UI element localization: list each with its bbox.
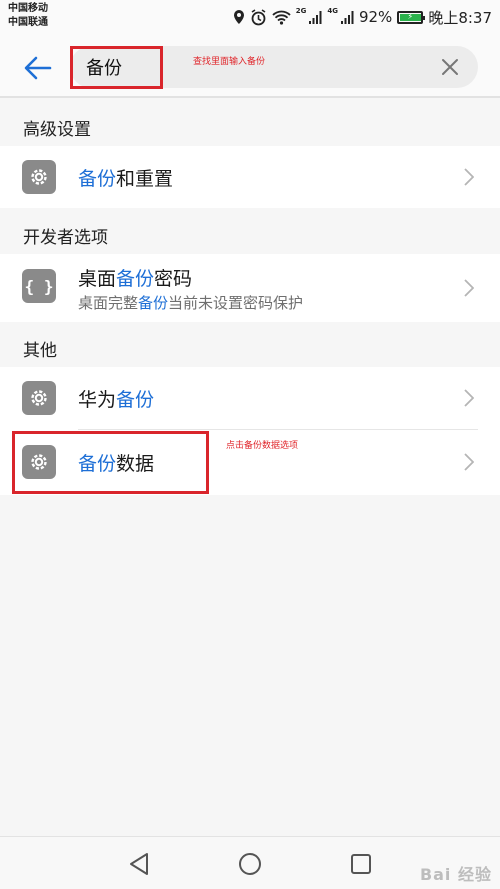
list-item-title: 华为备份: [78, 389, 155, 411]
nav-home-button[interactable]: [237, 851, 263, 877]
search-annotation: 查找里面输入备份: [193, 57, 266, 67]
navigation-bar: Bai 经验: [0, 836, 500, 889]
list-item-huawei-backup[interactable]: 华为备份: [0, 367, 500, 429]
search-box: [70, 46, 478, 88]
alarm-icon: [250, 8, 267, 26]
section-header-other: 其他: [0, 325, 500, 371]
carrier-1: 中国移动: [8, 3, 48, 14]
gear-icon: [22, 160, 56, 194]
circle-home-icon: [239, 853, 261, 875]
battery-percent: 92%: [358, 8, 393, 26]
section-header-developer: 开发者选项: [0, 212, 500, 258]
status-bar: 中国移动 中国联通 2G 4G 92% ⚡ 晚上8:37: [0, 0, 500, 36]
location-icon: [233, 9, 245, 25]
section-header-advanced: 高级设置: [0, 104, 500, 150]
gear-icon: [22, 445, 56, 479]
list-item-backup-reset[interactable]: 备份和重置: [0, 146, 500, 208]
list-item-title: 备份和重置: [78, 168, 174, 190]
wifi-icon: [272, 10, 291, 25]
clear-search-button[interactable]: [438, 55, 462, 79]
status-icons: 2G 4G 92% ⚡ 晚上8:37: [233, 6, 492, 28]
nav-back-button[interactable]: [126, 851, 152, 877]
gear-icon: [22, 381, 56, 415]
list-item-desktop-backup-password[interactable]: { } 桌面备份密码 桌面完整备份当前未设置密码保护: [0, 254, 500, 322]
chevron-right-icon: [462, 168, 476, 186]
list-item-backup-data[interactable]: 备份数据 点击备份数据选项: [0, 430, 500, 495]
list-item-title: 桌面备份密码: [78, 268, 193, 290]
network-type-1: 2G: [295, 7, 307, 15]
close-icon: [442, 59, 458, 75]
braces-icon: { }: [22, 269, 56, 303]
back-button[interactable]: [18, 48, 58, 88]
signal-icon: [340, 10, 354, 25]
backup-data-annotation: 点击备份数据选项: [226, 441, 299, 451]
nav-recents-button[interactable]: [348, 851, 374, 877]
chevron-right-icon: [462, 279, 476, 297]
list-group-other: 华为备份 备份数据 点击备份数据选项: [0, 367, 500, 495]
triangle-back-icon: [130, 853, 148, 875]
network-type-2: 4G: [327, 7, 338, 15]
chevron-right-icon: [462, 389, 476, 407]
signal-icon: [308, 10, 322, 25]
clock: 晚上8:37: [428, 8, 492, 27]
watermark: Bai 经验: [419, 865, 492, 884]
battery-icon: ⚡: [397, 10, 426, 24]
chevron-right-icon: [462, 453, 476, 471]
arrow-left-icon: [24, 56, 52, 80]
carrier-2: 中国联通: [8, 17, 48, 28]
square-recents-icon: [351, 854, 371, 874]
list-item-title: 备份数据: [78, 453, 155, 475]
search-header: 查找里面输入备份: [0, 36, 500, 98]
list-item-subtitle: 桌面完整备份当前未设置密码保护: [78, 294, 304, 312]
